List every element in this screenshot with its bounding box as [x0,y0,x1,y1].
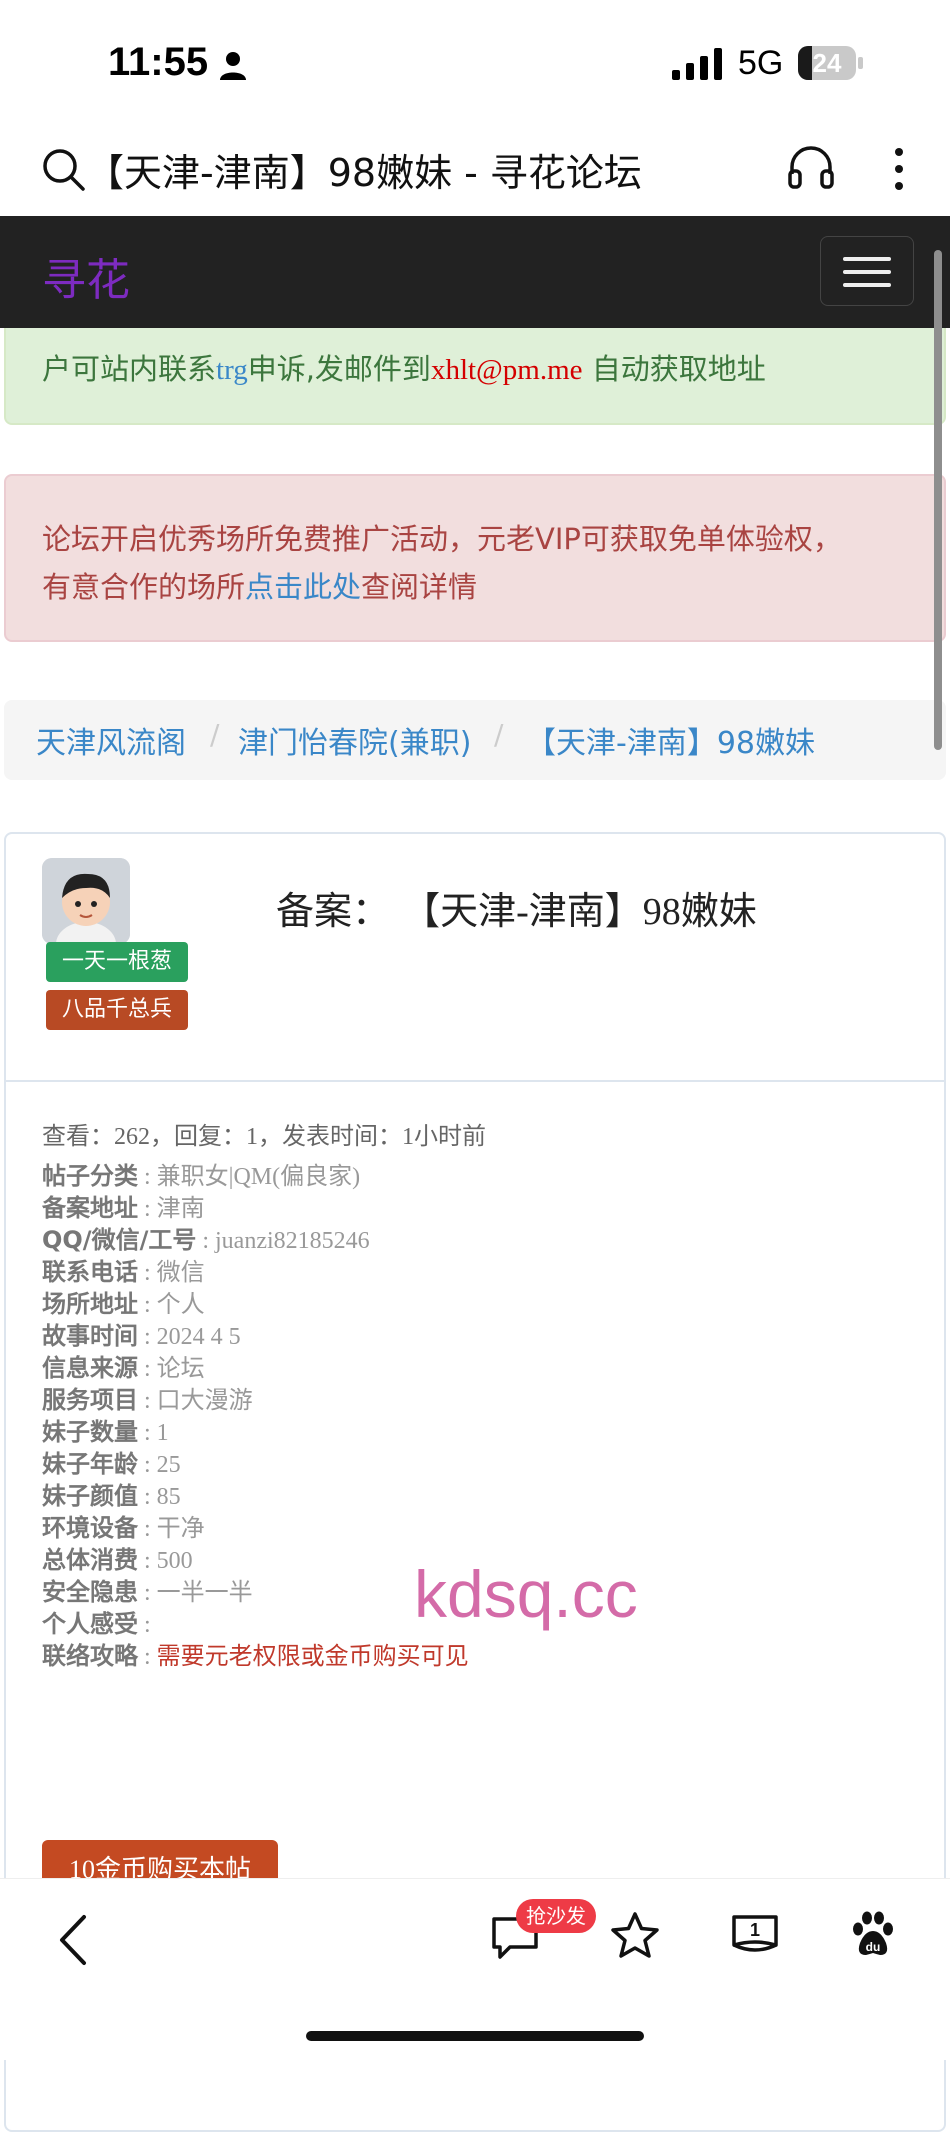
notice-red-line2: 有意合作的场所点击此处查阅详情 [42,570,478,604]
field-label: 备案地址 [42,1194,138,1222]
headphone-icon[interactable] [786,142,836,192]
field-value: 微信 [156,1260,205,1286]
post-field-row: 环境设备 : 干净 [42,1514,205,1542]
avatar[interactable] [42,858,130,944]
field-value: 500 [156,1548,193,1574]
post-field-row: 联络攻略 : 需要元老权限或金币购买可见 [42,1642,469,1670]
field-label: 帖子分类 [42,1162,138,1190]
star-icon[interactable] [608,1909,662,1963]
watermark-text: kdsq.cc [414,1557,638,1631]
post-field-row: 故事时间 : 2024 4 5 [42,1322,241,1350]
battery-percent: 24 [812,48,842,78]
post-field-row: 信息来源 : 论坛 [42,1354,205,1382]
notice-red-line1: 论坛开启优秀场所免费推广活动，元老VIP可获取免单体验权， [42,522,842,556]
field-value: 口大漫游 [156,1388,253,1414]
post-stats: 查看：262，回复：1，发表时间：1小时前 [42,1122,486,1150]
post-field-row: 帖子分类 : 兼职女|QM(偏良家) [42,1162,361,1190]
status-bar: 11:55 5G 24 [0,0,950,130]
field-value: 一半一半 [156,1580,253,1606]
post-field-row: 联系电话 : 微信 [42,1258,205,1286]
tabs-icon[interactable]: 1 [730,1909,780,1959]
field-label: 个人感受 [42,1610,138,1638]
field-value: 津南 [156,1196,205,1222]
user-rank-badge: 一天一根葱 [46,942,188,982]
field-value: 85 [156,1484,181,1510]
tabs-count: 1 [750,1920,760,1940]
field-label: 妹子颜值 [42,1482,138,1510]
search-icon[interactable] [40,146,86,192]
site-logo[interactable]: 寻花 [42,244,130,308]
field-label: 服务项目 [42,1386,138,1414]
breadcrumb-item[interactable]: 津门怡春院(兼职) [238,718,471,762]
hot-badge[interactable]: 抢沙发 [516,1899,596,1933]
post-title: 备案： 【天津-津南】98嫩妹 [276,889,757,933]
post-field-row: 妹子年龄 : 25 [42,1450,181,1478]
svg-text:du: du [866,1940,881,1954]
field-value: 25 [156,1452,181,1478]
breadcrumb-item-current[interactable]: 【天津-津南】98嫩妹 [526,718,815,762]
field-value: 兼职女|QM(偏良家) [156,1164,361,1190]
clock: 11:55 [108,40,209,84]
home-indicator[interactable] [306,2031,644,2041]
field-label: 场所地址 [42,1290,138,1318]
post-field-row: 安全隐患 : 一半一半 [42,1578,253,1606]
battery-icon: 24 [798,46,864,80]
field-label: 妹子数量 [42,1418,138,1446]
field-label: 信息来源 [42,1354,138,1382]
bottom-toolbar: 抢沙发 1 du [0,1878,950,2060]
post-header: 一天一根葱 八品千总兵 备案： 【天津-津南】98嫩妹 [6,834,944,1082]
post-field-row: 妹子颜值 : 85 [42,1482,181,1510]
post-field-row: 备案地址 : 津南 [42,1194,205,1222]
field-label: 联络攻略 [42,1642,138,1670]
field-label: 环境设备 [42,1514,138,1542]
breadcrumb: 天津风流阁 / 津门怡春院(兼职) / 【天津-津南】98嫩妹 [4,700,946,780]
field-label: 妹子年龄 [42,1450,138,1478]
notice-green-text: 户可站内联系trg申诉,发邮件到xhlt@pm.me 自动获取地址 [42,352,766,386]
baidu-paw-icon[interactable]: du [848,1909,898,1959]
field-label: 故事时间 [42,1322,138,1350]
field-label: 联系电话 [42,1258,138,1286]
field-value: 需要元老权限或金币购买可见 [156,1642,469,1670]
field-label: 总体消费 [42,1546,138,1574]
email-link[interactable]: xhlt@pm.me [431,354,583,386]
page-title[interactable]: 【天津-津南】98嫩妹 - 寻花论坛 [86,142,642,197]
post-field-row: QQ/微信/工号 : juanzi82185246 [42,1226,370,1254]
browser-title-bar: 【天津-津南】98嫩妹 - 寻花论坛 [0,130,950,216]
field-value: 2024 4 5 [156,1324,241,1350]
scrollbar[interactable] [934,250,942,750]
field-value: juanzi82185246 [215,1228,370,1254]
field-value: 论坛 [156,1356,205,1382]
post-field-row: 场所地址 : 个人 [42,1290,205,1318]
back-icon[interactable] [54,1911,94,1969]
breadcrumb-item[interactable]: 天津风流阁 [36,718,186,762]
post-field-row: 妹子数量 : 1 [42,1418,169,1446]
more-options-icon[interactable] [884,144,914,194]
hamburger-icon [843,257,891,261]
notice-red: 论坛开启优秀场所免费推广活动，元老VIP可获取免单体验权， 有意合作的场所点击此… [4,474,946,642]
user-title-badge: 八品千总兵 [46,990,188,1030]
person-icon [220,52,246,80]
post-field-row: 总体消费 : 500 [42,1546,193,1574]
post-field-row: 服务项目 : 口大漫游 [42,1386,253,1414]
menu-toggle-button[interactable] [820,236,914,306]
contact-link[interactable]: trg [216,354,248,386]
post-field-row: 个人感受 : [42,1610,151,1638]
site-navbar: 寻花 [0,216,950,328]
network-type: 5G [738,44,784,82]
details-link[interactable]: 点击此处 [245,570,361,604]
field-value: 个人 [156,1292,205,1318]
field-value: 1 [156,1420,169,1446]
field-value: 干净 [156,1516,205,1542]
field-label: QQ/微信/工号 [42,1226,197,1254]
signal-icon [672,48,722,80]
field-label: 安全隐患 [42,1578,138,1606]
